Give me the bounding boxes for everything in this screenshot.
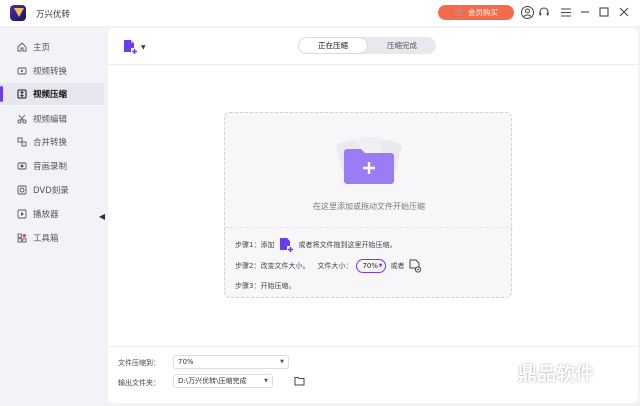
sidebar-item-label: 播放器 xyxy=(33,210,59,220)
file-size-value: 70% xyxy=(362,262,379,270)
record-icon xyxy=(17,161,27,171)
home-icon xyxy=(17,42,27,52)
sidebar-item-label: 视频压缩 xyxy=(33,90,68,100)
tab-compressing[interactable]: 正在压缩 xyxy=(298,37,368,54)
sidebar-item-player[interactable]: 播放器 xyxy=(0,203,104,225)
sidebar-item-label: 视频编辑 xyxy=(33,115,68,125)
file-settings-icon[interactable] xyxy=(408,259,422,273)
sidebar-item-video-convert[interactable]: 视频转换 xyxy=(0,60,104,82)
chevron-down-icon: ▼ xyxy=(264,378,268,384)
sidebar-item-label: 视频转换 xyxy=(33,67,68,77)
drop-zone-hint: 在这里添加或拖动文件开始压缩 xyxy=(313,202,425,211)
scissors-icon xyxy=(17,114,27,124)
sidebar-item-merge[interactable]: 合并转换 xyxy=(0,131,104,153)
compress-tabs: 正在压缩 压缩完成 xyxy=(298,37,436,54)
main-panel: ▼ 正在压缩 压缩完成 在这里添加或拖动文件开始压缩 步骤1：添加 或者将文件拖… xyxy=(108,28,638,403)
compress-to-value: 70% xyxy=(178,358,194,366)
file-size-select[interactable]: 70% ▼ xyxy=(356,259,387,273)
step-2: 步骤2：改变文件大小。 文件大小： 70% ▼ 或者 xyxy=(235,259,422,273)
watermark-logo xyxy=(467,355,506,389)
output-folder-value: D:\万兴优转\压缩完成 xyxy=(178,377,247,385)
step-2-or: 或者 xyxy=(390,262,405,270)
toolbox-icon xyxy=(17,233,27,243)
merge-icon xyxy=(17,137,27,147)
chevron-down-icon: ▼ xyxy=(280,359,284,365)
user-avatar-icon[interactable] xyxy=(520,5,534,19)
sidebar: 主页 视频转换 视频压缩 视频编辑 合并转换 音画录制 DVD刻录 播放器 工具… xyxy=(0,26,104,406)
collapse-sidebar-icon[interactable]: ◀ xyxy=(96,208,108,224)
sidebar-item-home[interactable]: 主页 xyxy=(0,36,104,58)
compress-to-label: 文件压缩到： xyxy=(118,359,160,367)
step-3-text: 步骤3：开始压缩。 xyxy=(235,282,296,290)
player-icon xyxy=(17,209,27,219)
drop-zone-divider xyxy=(225,227,513,228)
video-compress-icon xyxy=(17,89,27,99)
cart-icon: 🛒 xyxy=(454,8,464,17)
menu-icon[interactable] xyxy=(559,5,573,19)
step-1-prefix: 步骤1：添加 xyxy=(235,241,275,249)
compress-to-select[interactable]: 70% ▼ xyxy=(173,355,289,369)
watermark: 鼎品软件 xyxy=(466,354,594,390)
sidebar-item-label: 音画录制 xyxy=(33,162,68,172)
dvd-icon xyxy=(17,185,27,195)
app-logo xyxy=(10,5,26,21)
title-bar: 万兴优转 🛒 会员购买 xyxy=(0,0,640,26)
chevron-down-icon: ▼ xyxy=(378,263,383,269)
close-icon[interactable] xyxy=(617,5,631,19)
buy-membership-label: 会员购买 xyxy=(467,8,498,17)
sidebar-item-label: DVD刻录 xyxy=(33,186,69,196)
video-convert-icon xyxy=(17,66,27,76)
sidebar-item-video-compress[interactable]: 视频压缩 xyxy=(0,83,104,105)
chevron-down-icon[interactable]: ▼ xyxy=(141,44,146,51)
drop-zone[interactable]: 在这里添加或拖动文件开始压缩 步骤1：添加 或者将文件拖到这里开始压缩。 步骤2… xyxy=(224,112,513,298)
sidebar-item-dvd[interactable]: DVD刻录 xyxy=(0,179,104,201)
add-file-icon[interactable] xyxy=(278,237,295,253)
sidebar-item-label: 合并转换 xyxy=(33,138,68,148)
watermark-text: 鼎品软件 xyxy=(518,362,595,385)
add-file-icon xyxy=(124,40,138,55)
output-folder-select[interactable]: D:\万兴优转\压缩完成 ▼ xyxy=(173,374,273,388)
tab-compressed[interactable]: 压缩完成 xyxy=(368,37,436,54)
app-title: 万兴优转 xyxy=(36,10,71,20)
sidebar-item-video-edit[interactable]: 视频编辑 xyxy=(0,108,104,130)
buy-membership-button[interactable]: 🛒 会员购买 xyxy=(438,5,514,20)
sidebar-item-label: 工具箱 xyxy=(33,234,59,244)
sidebar-item-record[interactable]: 音画录制 xyxy=(0,155,104,177)
headset-support-icon[interactable] xyxy=(537,5,551,19)
minimize-icon[interactable] xyxy=(578,5,592,19)
open-folder-icon[interactable] xyxy=(294,376,305,386)
maximize-icon[interactable] xyxy=(597,5,611,19)
header-divider xyxy=(108,64,638,65)
output-folder-label: 输出文件夹： xyxy=(118,379,160,387)
step-1: 步骤1：添加 或者将文件拖到这里开始压缩。 xyxy=(235,237,396,253)
sidebar-item-label: 主页 xyxy=(33,43,51,53)
folder-add-icon xyxy=(336,137,402,184)
step-1-suffix: 或者将文件拖到这里开始压缩。 xyxy=(298,241,397,249)
sidebar-item-toolbox[interactable]: 工具箱 xyxy=(0,227,104,249)
step-2-prefix: 步骤2：改变文件大小。 xyxy=(235,262,310,270)
add-file-button[interactable]: ▼ xyxy=(122,38,148,56)
step-3: 步骤3：开始压缩。 xyxy=(235,281,295,291)
step-2-size-label: 文件大小： xyxy=(317,262,353,270)
